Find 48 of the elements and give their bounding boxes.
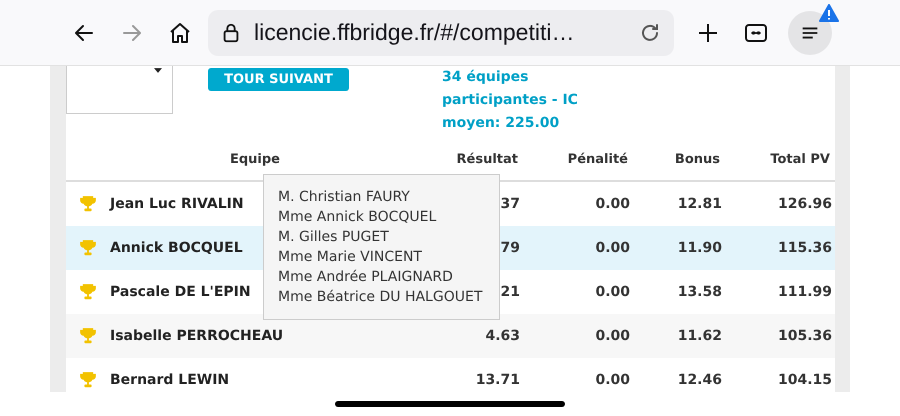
table-cell: 0.00	[595, 196, 630, 212]
team-name[interactable]: Jean Luc RIVALIN	[110, 196, 244, 212]
caret-icon	[154, 68, 162, 73]
member-name: Mme Marie VINCENT	[278, 248, 423, 267]
table-cell: 79	[500, 240, 520, 256]
table-cell: 11.90	[678, 240, 722, 256]
trophy-icon	[79, 371, 97, 389]
member-name: M. Gilles PUGET	[278, 228, 390, 247]
team-name[interactable]: Annick BOCQUEL	[110, 240, 243, 256]
table-cell: 0.00	[595, 240, 630, 256]
table-cell: 126.96	[778, 196, 832, 212]
team-name[interactable]: Bernard LEWIN	[110, 372, 230, 388]
teams-info: 34 équipes participantes - IC moyen: 225.00	[442, 68, 579, 133]
table-cell: 11.62	[678, 328, 722, 344]
member-name: Mme Andrée PLAIGNARD	[278, 268, 454, 287]
column-header: Total PV	[769, 152, 831, 166]
table-cell: 105.36	[778, 328, 832, 344]
table-cell: 0.00	[595, 284, 630, 300]
column-header: Equipe	[228, 152, 282, 166]
trophy-icon	[79, 195, 97, 213]
member-name: Mme Annick BOCQUEL	[278, 208, 438, 227]
column-header: Pénalité	[566, 152, 629, 166]
table-cell: 13.71	[476, 372, 520, 388]
select-field[interactable]	[66, 66, 173, 114]
trophy-icon	[79, 327, 97, 345]
table-cell: 12.46	[678, 372, 722, 388]
table-cell: 0.00	[595, 328, 630, 344]
table-cell: 21	[500, 284, 520, 300]
table-cell: 13.58	[678, 284, 722, 300]
trophy-icon	[79, 239, 97, 257]
home-icon[interactable]	[168, 20, 192, 44]
url-text: licencie.ffbridge.fr/#/competiti…	[254, 19, 576, 46]
member-name: Mme Béatrice DU HALGOUET	[278, 288, 484, 307]
member-name: M. Christian FAURY	[278, 188, 411, 207]
table-cell: 104.15	[778, 372, 832, 388]
address-bar[interactable]: licencie.ffbridge.fr/#/competiti…	[208, 10, 674, 56]
team-name[interactable]: Pascale DE L'EPIN	[110, 284, 251, 300]
table-cell: 0.00	[595, 372, 630, 388]
menu-button[interactable]	[788, 10, 832, 54]
trophy-icon	[79, 283, 97, 301]
team-name[interactable]: Isabelle PERROCHEAU	[110, 328, 284, 344]
table-cell: 12.81	[678, 196, 722, 212]
table-cell: 4.63	[485, 328, 520, 344]
column-header: Bonus	[674, 152, 721, 166]
table-cell: 111.99	[778, 284, 832, 300]
table-cell: 37	[500, 196, 520, 212]
table-cell: 115.36	[778, 240, 832, 256]
column-header: Résultat	[456, 152, 519, 166]
